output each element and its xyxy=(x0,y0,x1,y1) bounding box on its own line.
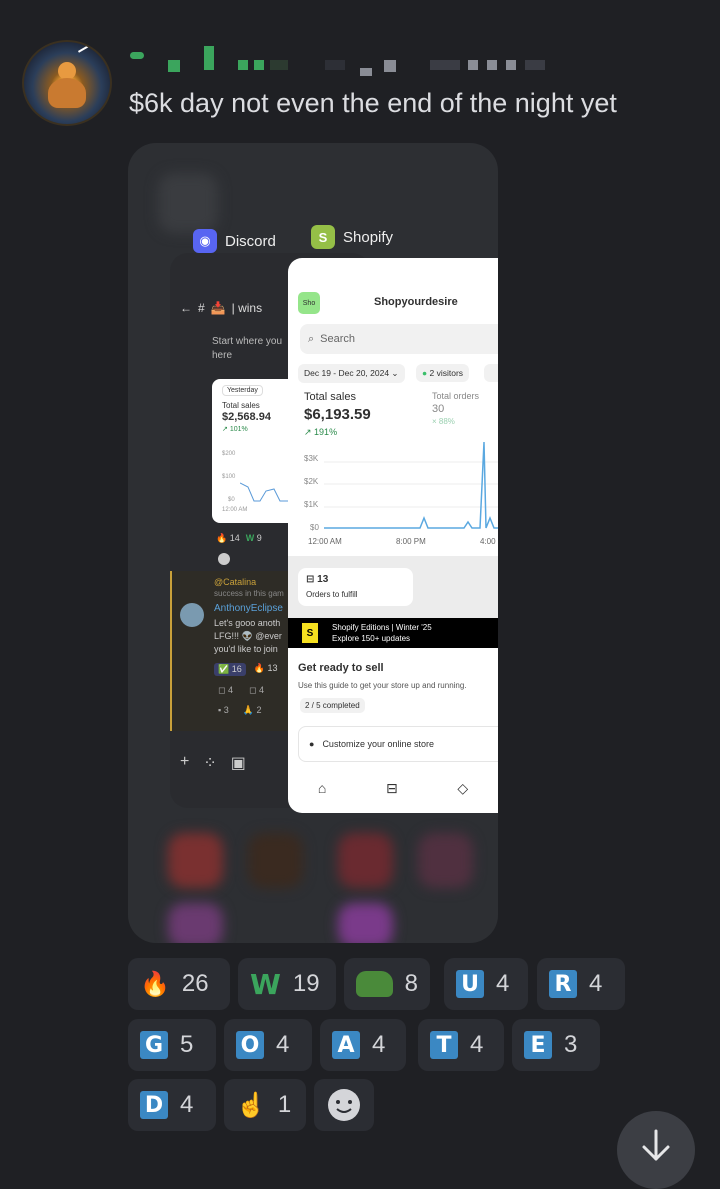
reaction-letter-u[interactable]: U4 xyxy=(444,958,528,1010)
discord-snippet: Start where you here xyxy=(212,336,283,361)
blurred-bg xyxy=(338,903,393,943)
reaction-letter-d[interactable]: D4 xyxy=(128,1079,216,1131)
reaction-pepe[interactable]: 8 xyxy=(344,958,430,1010)
editions-banner[interactable]: S Shopify Editions | Winter '25 Explore … xyxy=(288,618,498,648)
discord-app-label: ◉ Discord xyxy=(193,229,276,253)
discord-channel-header: ← # 📥 | wins xyxy=(180,301,262,315)
blurred-bg xyxy=(338,833,393,888)
blurred-bg xyxy=(418,833,473,888)
apps-icon: ⁘ xyxy=(203,755,217,772)
letter-o-icon: O xyxy=(236,1031,264,1059)
letter-u-icon: U xyxy=(456,970,484,998)
orders-icon[interactable]: ⊟ xyxy=(386,780,398,797)
orders-to-fulfill-card[interactable]: ⊟ 13 Orders to fulfill xyxy=(298,568,413,606)
add-reaction-button[interactable] xyxy=(314,1079,374,1131)
shopify-editions-icon: S xyxy=(302,623,318,643)
reaction-point-up[interactable]: ☝️ 1 xyxy=(224,1079,306,1131)
discord-bottom-bar: + ⁘ ▣ xyxy=(180,753,246,773)
message-text: $6k day not even the end of the night ye… xyxy=(129,88,617,118)
message-attachment-image[interactable]: ◉ Discord S Shopify ← # 📥 | wins Start w… xyxy=(128,143,498,943)
tag-icon[interactable]: ◇ xyxy=(457,780,468,797)
guide-task[interactable]: ● Customize your online store xyxy=(298,726,498,762)
letter-t-icon: T xyxy=(430,1031,458,1059)
message-author-avatar xyxy=(180,603,204,627)
home-icon[interactable]: ⌂ xyxy=(318,780,326,796)
add-reaction-icon xyxy=(218,553,230,565)
total-sales-value: $6,193.59 xyxy=(304,406,371,423)
point-up-icon: ☝️ xyxy=(236,1091,266,1119)
letter-g-icon: G xyxy=(140,1031,168,1059)
reaction-letter-g[interactable]: G5 xyxy=(128,1019,216,1071)
reaction-w[interactable]: W 19 xyxy=(238,958,336,1010)
letter-e-icon: E xyxy=(524,1031,552,1059)
reaction-fire[interactable]: 🔥 26 xyxy=(128,958,230,1010)
reaction-letter-o[interactable]: O4 xyxy=(224,1019,312,1071)
pepe-icon xyxy=(356,971,393,997)
sales-line-chart xyxy=(324,441,498,529)
compare-icon[interactable] xyxy=(484,364,498,382)
shopify-bag-icon: S xyxy=(311,225,335,249)
plus-icon: + xyxy=(180,753,190,770)
shopify-app-label: S Shopify xyxy=(311,225,393,249)
jump-to-bottom-button[interactable] xyxy=(617,1111,695,1189)
letter-a-icon: A xyxy=(332,1031,360,1059)
store-badge: Sho xyxy=(298,292,320,314)
gift-icon: ▣ xyxy=(230,755,246,772)
letter-r-icon: R xyxy=(549,970,577,998)
search-input[interactable]: ⌕ Search xyxy=(300,324,498,354)
back-arrow-icon: ← xyxy=(180,301,192,315)
reaction-letter-e[interactable]: E3 xyxy=(512,1019,600,1071)
shopify-app-preview[interactable]: Sho Shopyourdesire ⌕ Search Dec 19 - Dec… xyxy=(288,258,498,813)
inbox-tray-icon: 📥 xyxy=(210,301,226,315)
smiley-icon xyxy=(328,1089,360,1121)
discord-icon: ◉ xyxy=(193,229,217,253)
reaction-letter-r[interactable]: R4 xyxy=(537,958,625,1010)
hash-icon: # xyxy=(198,301,205,315)
arrow-down-icon xyxy=(642,1129,670,1161)
channel-name: | wins xyxy=(231,301,263,315)
blurred-bg xyxy=(168,903,223,943)
reaction-letter-a[interactable]: A4 xyxy=(320,1019,406,1071)
store-name: Shopyourdesire xyxy=(374,296,458,308)
discord-reaction-row: 🔥 14 W 9 xyxy=(216,533,262,543)
discord-app-name: Discord xyxy=(225,232,276,250)
date-range-picker[interactable]: Dec 19 - Dec 20, 2024 ⌄ xyxy=(298,364,405,383)
author-avatar[interactable] xyxy=(22,40,112,126)
fire-icon: 🔥 xyxy=(140,970,170,998)
shopify-tab-bar: ⌂ ⊟ ◇ xyxy=(288,763,498,813)
shopify-app-name: Shopify xyxy=(343,228,394,246)
w-icon: W xyxy=(250,967,281,1001)
reaction-letter-t[interactable]: T4 xyxy=(418,1019,504,1071)
avatar-lightning xyxy=(77,42,109,71)
search-icon: ⌕ xyxy=(308,332,315,345)
check-circle-icon: ● xyxy=(309,739,315,749)
avatar-figure-body xyxy=(48,78,86,108)
blurred-bg xyxy=(168,833,223,888)
letter-d-icon: D xyxy=(140,1091,168,1119)
blurred-bg xyxy=(248,833,303,888)
blurred-bg xyxy=(158,173,218,233)
visitors-pill[interactable]: ● 2 visitors xyxy=(416,364,470,382)
